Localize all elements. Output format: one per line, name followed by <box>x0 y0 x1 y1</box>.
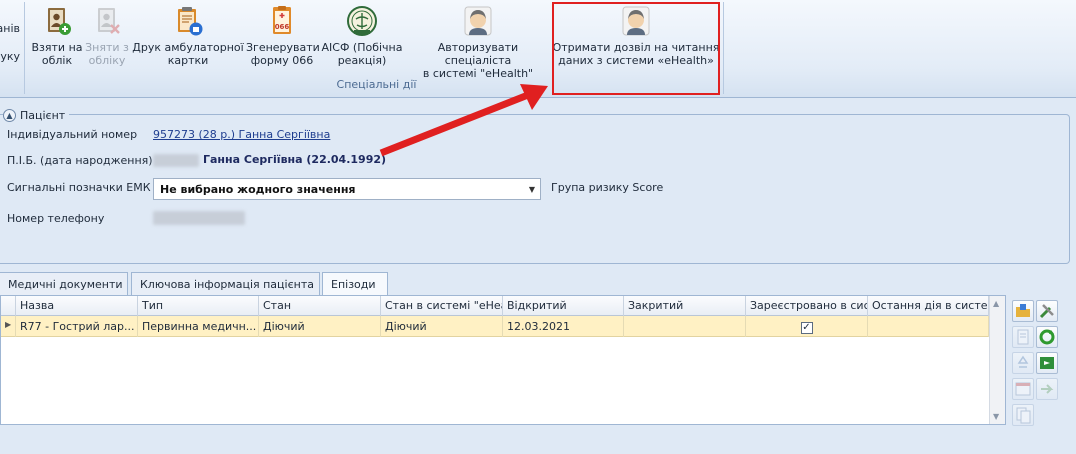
individual-number-link[interactable]: 957273 (28 р.) Ганна Сергіївна <box>153 128 330 141</box>
row-indicator-header <box>1 296 16 316</box>
ehealth-user-icon <box>622 6 650 36</box>
collapse-icon[interactable]: ▲ <box>3 108 16 122</box>
ribbon-partial-text-1[interactable]: анів <box>0 22 20 35</box>
patient-section-title: Пацієнт <box>20 108 66 122</box>
registered-checkbox[interactable]: ✓ <box>800 322 813 334</box>
edit-window-button[interactable] <box>1012 378 1034 400</box>
column-header[interactable]: Стан в системі "eHea <box>381 296 503 316</box>
phone-label: Номер телефону <box>7 212 105 225</box>
ribbon-toolbar: анів уку Взяти на облік З <box>0 0 1076 98</box>
cell-opened[interactable]: 12.03.2021 <box>503 316 624 337</box>
ribbon-partial-text-2[interactable]: уку <box>0 50 20 63</box>
patient-frame: Індивідуальний номер 957273 (28 р.) Ганн… <box>0 114 1070 264</box>
signal-marks-select[interactable]: Не вибрано жодного значення ▼ <box>153 178 541 200</box>
aisf-emblem-icon <box>347 6 377 36</box>
column-header[interactable]: Закритий <box>624 296 746 316</box>
signal-marks-label: Сигнальні позначки ЕМК <box>7 181 151 194</box>
take-on-record-label: Взяти на облік <box>31 41 83 67</box>
cell-registered[interactable]: ✓ <box>746 316 868 337</box>
tab-episodes[interactable]: Епізоди <box>322 272 388 296</box>
cell-ehealth-state[interactable]: Діючий <box>381 316 503 337</box>
fio-value: Ганна Сергіївна (22.04.1992) <box>203 153 387 166</box>
remove-record-icon <box>98 8 120 34</box>
column-header[interactable]: Назва <box>16 296 138 316</box>
remove-from-record-label: Зняти з обліку <box>85 41 129 67</box>
authorize-specialist-ehealth-label: Авторизувати спеціаліста в системі "eHea… <box>422 41 534 80</box>
open-folder-tool-button[interactable] <box>1012 300 1034 322</box>
authorize-specialist-ehealth-button[interactable]: Авторизувати спеціаліста в системі "eHea… <box>406 5 550 80</box>
column-header[interactable]: Остання дія в систем <box>868 296 989 316</box>
tab-label: Медичні документи <box>8 278 123 291</box>
copy-document-button[interactable] <box>1012 404 1034 426</box>
print-outpatient-card-label: Друк амбулаторної картки <box>132 41 244 67</box>
tab-key-patient-info[interactable]: Ключова інформація пацієнта <box>131 272 320 295</box>
recycle-button[interactable] <box>1012 352 1034 374</box>
cell-closed[interactable] <box>624 316 746 337</box>
svg-text:066: 066 <box>275 23 290 31</box>
scroll-up-icon[interactable]: ▲ <box>993 299 999 308</box>
column-header[interactable]: Зареєстровано в сис <box>746 296 868 316</box>
refresh-icon <box>1039 329 1055 345</box>
table-row[interactable]: ▶ R77 - Гострий лар... Первинна медичн..… <box>1 316 989 337</box>
form-066-icon: 066 <box>273 6 291 34</box>
copy-icon <box>1016 407 1031 424</box>
cell-state[interactable]: Діючий <box>259 316 381 337</box>
patient-section-header[interactable]: ▲ Пацієнт <box>3 107 70 123</box>
tab-label: Епізоди <box>331 278 376 291</box>
chevron-down-icon[interactable]: ▼ <box>529 185 535 194</box>
print-outpatient-card-button[interactable]: Друк амбулаторної картки <box>131 5 245 75</box>
window-icon <box>1015 382 1031 396</box>
add-record-icon <box>48 8 71 35</box>
wrench-icon <box>1039 304 1054 319</box>
signal-marks-value: Не вибрано жодного значення <box>160 183 356 196</box>
cell-type[interactable]: Первинна медичн... <box>138 316 259 337</box>
generate-form-066-label: Згенерувати форму 066 <box>246 41 320 67</box>
forward-button[interactable] <box>1036 378 1058 400</box>
fio-label: П.І.Б. (дата народження) <box>7 154 153 167</box>
cell-last-action[interactable] <box>868 316 989 337</box>
remove-from-record-button[interactable]: Зняти з обліку <box>83 5 131 75</box>
print-card-icon <box>178 7 203 36</box>
document-icon <box>1017 329 1029 345</box>
tools-button[interactable] <box>1036 300 1058 322</box>
tab-label: Ключова інформація пацієнта <box>140 278 314 291</box>
redacted-surname <box>153 154 199 167</box>
ehealth-user-icon <box>464 6 492 36</box>
column-header[interactable]: Стан <box>259 296 381 316</box>
export-button[interactable] <box>1036 352 1058 374</box>
grid-vertical-scrollbar[interactable]: ▲ ▼ <box>989 296 1005 424</box>
new-document-button[interactable] <box>1012 326 1034 348</box>
arrow-right-icon <box>1041 384 1054 394</box>
refresh-button[interactable] <box>1036 326 1058 348</box>
ribbon-partial-group: анів уку <box>0 2 25 94</box>
folder-icon <box>1016 304 1030 317</box>
scroll-down-icon[interactable]: ▼ <box>993 412 999 421</box>
export-icon <box>1040 357 1054 369</box>
tab-medical-documents[interactable]: Медичні документи <box>0 272 128 295</box>
patient-panel: Індивідуальний номер 957273 (28 р.) Ганн… <box>0 104 1072 272</box>
aisf-adverse-reaction-button[interactable]: АІСФ (Побічна реакція) <box>319 5 405 75</box>
aisf-adverse-reaction-label: АІСФ (Побічна реакція) <box>321 41 403 67</box>
column-header[interactable]: Відкритий <box>503 296 624 316</box>
score-risk-label: Група ризику Score <box>551 181 664 194</box>
ribbon-group-special-actions: Взяти на облік Зняти з обліку Друк амбул… <box>30 2 724 94</box>
ribbon-group-caption: Спеціальні дії <box>336 78 417 91</box>
recycle-icon <box>1017 355 1029 368</box>
grid-header: Назва Тип Стан Стан в системі "eHea Відк… <box>1 296 989 316</box>
get-ehealth-read-permission-label: Отримати дозвіл на читання даних з систе… <box>552 41 720 67</box>
cell-name[interactable]: R77 - Гострий лар... <box>16 316 138 337</box>
generate-form-066-button[interactable]: 066 Згенерувати форму 066 <box>246 5 320 75</box>
take-on-record-button[interactable]: Взяти на облік <box>31 5 83 75</box>
individual-number-label: Індивідуальний номер <box>7 128 138 141</box>
episodes-grid: Назва Тип Стан Стан в системі "eHea Відк… <box>0 295 1006 425</box>
row-pointer-icon: ▶ <box>1 316 16 337</box>
column-header[interactable]: Тип <box>138 296 259 316</box>
redacted-phone <box>153 211 245 225</box>
get-ehealth-read-permission-button[interactable]: Отримати дозвіл на читання даних з систе… <box>552 5 720 75</box>
